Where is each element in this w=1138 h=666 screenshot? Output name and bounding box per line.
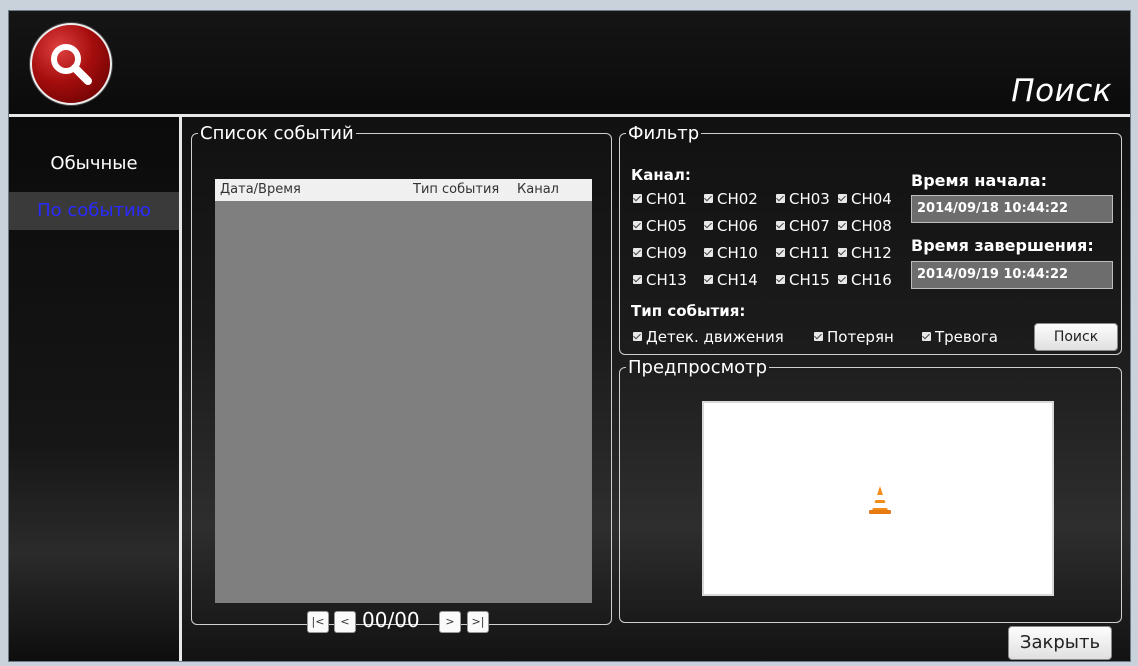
event-type-label: Тип события: xyxy=(631,302,746,320)
checkbox-icon xyxy=(838,275,847,284)
vlc-cone-icon xyxy=(869,486,891,514)
sidebar-item-by-event[interactable]: По событию xyxy=(9,192,179,230)
checkbox-icon xyxy=(776,248,785,257)
page-indicator: 00/00 xyxy=(362,608,420,632)
channel-checkbox-ch08[interactable]: CH08 xyxy=(838,217,892,235)
preview-area[interactable] xyxy=(702,401,1054,596)
checkbox-icon xyxy=(838,221,847,230)
search-window: Поиск Обычные По событию Список событий … xyxy=(8,10,1131,662)
event-type-loss[interactable]: Потерян xyxy=(814,328,894,346)
preview-title: Предпросмотр xyxy=(628,357,768,378)
channel-checkbox-ch09[interactable]: CH09 xyxy=(633,244,687,262)
column-channel[interactable]: Канал xyxy=(517,182,559,197)
sidebar-item-normal[interactable]: Обычные xyxy=(9,145,179,183)
event-type-motion[interactable]: Детек. движения xyxy=(633,328,784,346)
channel-checkbox-ch11[interactable]: CH11 xyxy=(776,244,830,262)
checkbox-icon xyxy=(633,332,642,341)
end-time-label: Время завершения: xyxy=(911,236,1094,255)
checkbox-icon xyxy=(814,332,823,341)
start-time-field[interactable]: 2014/09/18 10:44:22 xyxy=(911,195,1113,223)
filter-title: Фильтр xyxy=(628,123,700,144)
channel-checkbox-ch13[interactable]: CH13 xyxy=(633,271,687,289)
main-panel: Список событий Дата/Время Тип события Ка… xyxy=(182,117,1130,661)
start-time-label: Время начала: xyxy=(911,171,1047,190)
checkbox-icon xyxy=(838,248,847,257)
channel-checkbox-ch06[interactable]: CH06 xyxy=(704,217,758,235)
channel-checkbox-ch05[interactable]: CH05 xyxy=(633,217,687,235)
checkbox-icon xyxy=(922,332,931,341)
channel-checkbox-ch03[interactable]: CH03 xyxy=(776,190,830,208)
preview-group: Предпросмотр xyxy=(619,357,1122,623)
end-time-field[interactable]: 2014/09/19 10:44:22 xyxy=(911,261,1113,289)
checkbox-icon xyxy=(633,248,642,257)
channel-checkbox-ch16[interactable]: CH16 xyxy=(838,271,892,289)
next-page-button[interactable]: > xyxy=(439,611,461,633)
checkbox-icon xyxy=(704,275,713,284)
checkbox-icon xyxy=(704,248,713,257)
checkbox-icon xyxy=(776,275,785,284)
event-type-alarm[interactable]: Тревога xyxy=(922,328,998,346)
channel-checkbox-ch01[interactable]: CH01 xyxy=(633,190,687,208)
checkbox-icon xyxy=(838,194,847,203)
header: Поиск xyxy=(9,11,1130,115)
search-logo-icon xyxy=(30,23,112,105)
channel-label: Канал: xyxy=(631,166,691,184)
column-datetime[interactable]: Дата/Время xyxy=(220,182,301,197)
channel-checkbox-ch02[interactable]: CH02 xyxy=(704,190,758,208)
search-button[interactable]: Поиск xyxy=(1034,323,1118,351)
event-list-table[interactable]: Дата/Время Тип события Канал xyxy=(215,179,592,603)
checkbox-icon xyxy=(633,221,642,230)
checkbox-icon xyxy=(704,221,713,230)
channel-checkbox-ch07[interactable]: CH07 xyxy=(776,217,830,235)
page-title: Поиск xyxy=(1011,73,1112,109)
channel-checkbox-ch12[interactable]: CH12 xyxy=(838,244,892,262)
close-button[interactable]: Закрыть xyxy=(1008,626,1112,660)
checkbox-icon xyxy=(633,275,642,284)
sidebar: Обычные По событию xyxy=(9,117,179,661)
event-list-group: Список событий Дата/Время Тип события Ка… xyxy=(191,123,612,633)
checkbox-icon xyxy=(776,194,785,203)
filter-group: Фильтр Канал: CH01 CH02 CH03 CH04 CH05 CH06 CH… xyxy=(619,123,1122,355)
checkbox-icon xyxy=(633,194,642,203)
last-page-button[interactable]: >| xyxy=(467,611,489,633)
column-event-type[interactable]: Тип события xyxy=(413,182,499,197)
event-list-header: Дата/Время Тип события Канал xyxy=(215,179,592,201)
channel-checkbox-ch10[interactable]: CH10 xyxy=(704,244,758,262)
checkbox-icon xyxy=(776,221,785,230)
first-page-button[interactable]: |< xyxy=(307,611,329,633)
prev-page-button[interactable]: < xyxy=(334,611,356,633)
channel-checkbox-ch14[interactable]: CH14 xyxy=(704,271,758,289)
channel-checkbox-ch04[interactable]: CH04 xyxy=(838,190,892,208)
event-list-title: Список событий xyxy=(200,123,354,144)
checkbox-icon xyxy=(704,194,713,203)
channel-checkbox-ch15[interactable]: CH15 xyxy=(776,271,830,289)
